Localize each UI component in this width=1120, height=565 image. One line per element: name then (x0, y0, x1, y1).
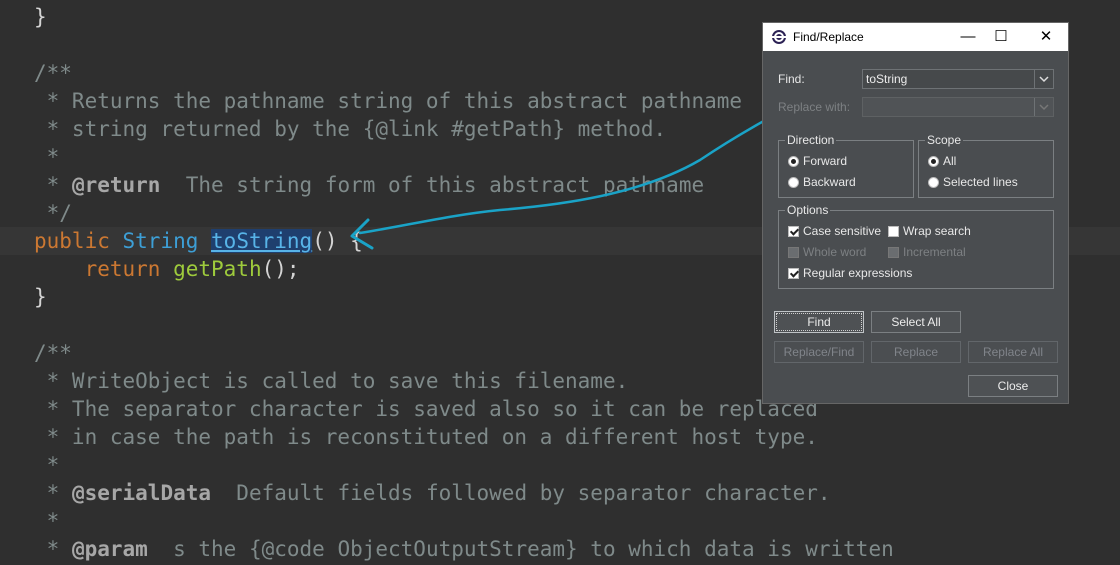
all-radio[interactable] (928, 156, 939, 167)
code-token: @return (71, 173, 161, 197)
case-sensitive-checkbox[interactable] (788, 226, 799, 237)
code-line[interactable]: * (0, 507, 1120, 535)
find-button[interactable]: Find (774, 311, 864, 333)
selected-lines-radio[interactable] (928, 177, 939, 188)
code-token: * in case the path is reconstituted on a… (34, 425, 818, 449)
selected-lines-label[interactable]: Selected lines (943, 175, 1018, 189)
code-token: String (122, 229, 212, 253)
replace-combo[interactable] (862, 97, 1054, 117)
whole-word-label: Whole word (803, 245, 867, 259)
find-combo[interactable]: toString (862, 69, 1054, 89)
code-token: * Returns the pathname string of this ab… (34, 89, 743, 113)
code-token: () { (312, 229, 363, 253)
dialog-title: Find/Replace (793, 30, 864, 44)
code-line[interactable]: * (0, 451, 1120, 479)
chevron-down-icon (1034, 98, 1049, 116)
code-token: * (34, 481, 72, 505)
close-window-icon[interactable]: ✕ (1026, 23, 1066, 51)
forward-radio[interactable] (788, 156, 799, 167)
code-token: * (34, 453, 60, 477)
code-line[interactable]: * @serialData Default fields followed by… (0, 479, 1120, 507)
code-token: /** (34, 341, 72, 365)
forward-label[interactable]: Forward (803, 154, 847, 168)
code-token: * (34, 145, 60, 169)
all-label[interactable]: All (943, 154, 956, 168)
code-line[interactable]: * in case the path is reconstituted on a… (0, 423, 1120, 451)
code-token: * (34, 509, 60, 533)
replace-all-button: Replace All (968, 341, 1058, 363)
code-token: * (34, 173, 72, 197)
find-value: toString (866, 72, 908, 86)
wrap-search-label[interactable]: Wrap search (903, 224, 971, 238)
wrap-search-checkbox[interactable] (888, 226, 899, 237)
close-button[interactable]: Close (968, 375, 1058, 397)
code-token: public (34, 229, 123, 253)
options-group: Options Case sensitive Wrap search Whole… (778, 203, 1054, 289)
code-token: } (34, 285, 47, 309)
code-token: * string returned by the {@link #getPath… (34, 117, 667, 141)
direction-group: Direction Forward Backward (778, 133, 914, 198)
code-token: */ (34, 201, 72, 225)
regular-expressions-label[interactable]: Regular expressions (803, 266, 912, 280)
incremental-checkbox (888, 247, 899, 258)
select-all-button[interactable]: Select All (871, 311, 961, 333)
code-token: * The separator character is saved also … (34, 397, 818, 421)
backward-label[interactable]: Backward (803, 175, 856, 189)
find-label: Find: (778, 72, 805, 86)
code-token: * (34, 537, 72, 561)
scope-title: Scope (925, 133, 964, 147)
replace-label: Replace with: (778, 100, 851, 114)
eclipse-app-icon (772, 30, 786, 44)
code-token: getPath (173, 257, 262, 281)
find-replace-dialog: Find/Replace — ☐ ✕ Find: toString Replac… (762, 22, 1069, 404)
chevron-down-icon[interactable] (1034, 70, 1053, 88)
code-token: * WriteObject is called to save this fil… (34, 369, 629, 393)
case-sensitive-label[interactable]: Case sensitive (803, 224, 881, 238)
backward-radio[interactable] (788, 177, 799, 188)
direction-title: Direction (785, 133, 837, 147)
maximize-icon[interactable]: ☐ (981, 23, 1021, 51)
whole-word-checkbox (788, 247, 799, 258)
code-token: Default fields followed by separator cha… (211, 481, 831, 505)
regular-expressions-checkbox[interactable] (788, 268, 799, 279)
code-token: (); (261, 257, 300, 281)
scope-group: Scope All Selected lines (918, 133, 1054, 198)
code-token: @param (71, 537, 148, 561)
code-token: return (84, 257, 174, 281)
code-token: s the {@code ObjectOutputStream} to whic… (147, 537, 894, 561)
dialog-titlebar[interactable]: Find/Replace — ☐ ✕ (763, 23, 1068, 51)
replace-button: Replace (871, 341, 961, 363)
code-token: /** (34, 61, 72, 85)
code-token: The string form of this abstract pathnam… (160, 173, 705, 197)
options-title: Options (785, 203, 831, 217)
selected-match: toString (211, 229, 313, 253)
incremental-label: Incremental (903, 245, 966, 259)
code-token: @serialData (71, 481, 212, 505)
replace-find-button: Replace/Find (774, 341, 864, 363)
code-token: } (34, 5, 47, 29)
code-line[interactable]: * @param s the {@code ObjectOutputStream… (0, 535, 1120, 563)
